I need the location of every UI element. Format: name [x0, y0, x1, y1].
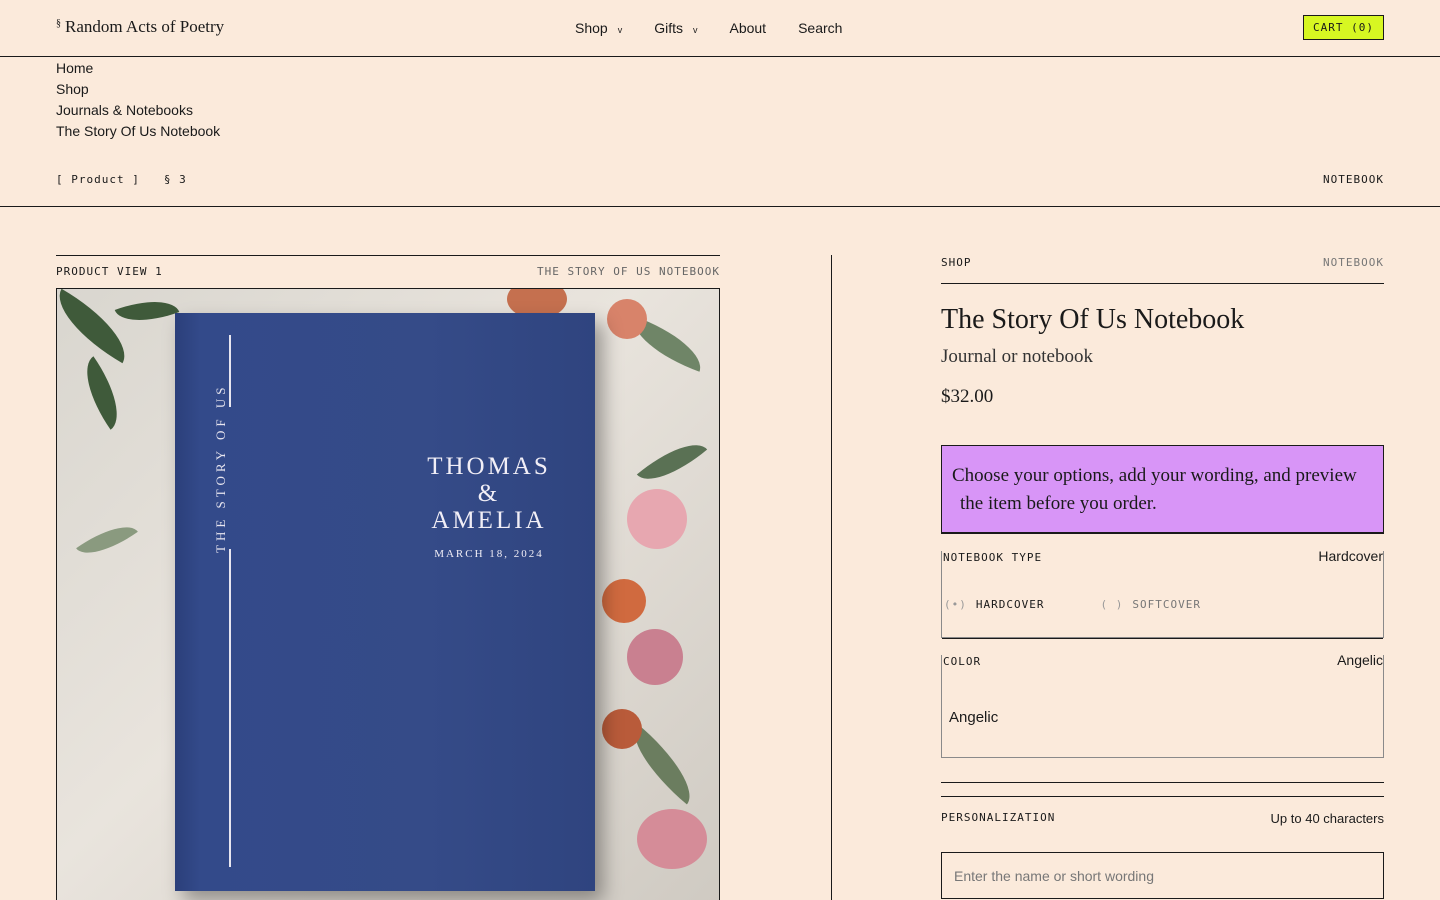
radio-hardcover[interactable]: (•) HARDCOVER [944, 598, 1044, 611]
flower-decoration [602, 709, 642, 749]
cover-ampersand: & [477, 480, 501, 507]
breadcrumb-home[interactable]: Home [56, 58, 220, 79]
cover-personalization: THOMAS & AMELIA MARCH 18, 2024 [399, 453, 579, 560]
flower-decoration [627, 629, 683, 685]
personalization-header: PERSONALIZATION Up to 40 characters [941, 811, 1384, 826]
breadcrumb-journals[interactable]: Journals & Notebooks [56, 100, 220, 121]
logo-section-mark: § [56, 18, 61, 29]
product-subtitle: Journal or notebook [941, 346, 1093, 367]
notebook-cover: THE STORY OF US THOMAS & AMELIA MARCH 18… [175, 313, 595, 891]
panel-meta: SHOP NOTEBOOK [941, 256, 1384, 284]
breadcrumb-shop[interactable]: Shop [56, 79, 220, 100]
breadcrumb-current: The Story Of Us Notebook [56, 123, 221, 139]
radio-softcover[interactable]: ( ) SOFTCOVER [1100, 598, 1200, 611]
product-view-meta: PRODUCT VIEW 1 THE STORY OF US NOTEBOOK [56, 265, 720, 278]
nav-gifts[interactable]: Gifts v [654, 20, 697, 36]
shop-category: NOTEBOOK [1323, 256, 1384, 269]
radio-selected-icon: (•) [944, 598, 967, 611]
spine-line-top [229, 335, 231, 407]
flower-decoration [607, 299, 647, 339]
product-view-caption: THE STORY OF US NOTEBOOK [537, 265, 720, 278]
notebook-type-options: (•) HARDCOVER ( ) SOFTCOVER [944, 598, 1257, 611]
cover-date: MARCH 18, 2024 [434, 548, 544, 560]
options-callout: Choose your options, add your wording, a… [941, 445, 1384, 534]
section-number: § 3 [163, 173, 187, 186]
nav-search[interactable]: Search [798, 20, 842, 36]
product-price: $32.00 [941, 386, 994, 407]
divider [942, 638, 1383, 639]
section-category: NOTEBOOK [1323, 173, 1384, 186]
cover-name-1: THOMAS [427, 453, 551, 480]
column-divider [831, 255, 832, 900]
divider [56, 255, 720, 256]
nav-about[interactable]: About [729, 20, 766, 36]
flower-decoration [627, 489, 687, 549]
notebook-type-label: NOTEBOOK TYPE [943, 551, 1043, 564]
nav-about-label: About [729, 20, 767, 36]
notebook-type-value: Hardcover [1318, 548, 1383, 564]
divider [941, 796, 1384, 797]
product-title: The Story Of Us Notebook [941, 304, 1245, 335]
cart-button[interactable]: CART (0) [1303, 15, 1384, 40]
personalization-label: PERSONALIZATION [941, 811, 1056, 824]
section-meta: [ Product ] § 3 NOTEBOOK [56, 173, 1384, 186]
color-header: COLOR Angelic [942, 652, 1383, 668]
chevron-down-icon: v [617, 25, 623, 35]
product-image[interactable]: THE STORY OF US THOMAS & AMELIA MARCH 18… [56, 288, 720, 900]
main-nav: Shop v Gifts v About Search [575, 20, 874, 36]
callout-line-2: the item before you order. [960, 493, 1157, 514]
leaf-decoration [70, 356, 134, 430]
product-view-label: PRODUCT VIEW 1 [56, 265, 163, 278]
notebook-type-group: NOTEBOOK TYPE Hardcover (•) HARDCOVER ( … [941, 548, 1384, 639]
leaf-decoration [114, 289, 180, 333]
personalization-input[interactable] [941, 852, 1384, 899]
personalization-hint: Up to 40 characters [1270, 811, 1384, 826]
nav-gifts-label: Gifts [654, 20, 683, 36]
flower-decoration [637, 809, 707, 869]
radio-softcover-label: SOFTCOVER [1132, 598, 1201, 611]
spine-line-bottom [229, 549, 231, 867]
leaf-decoration [57, 289, 140, 364]
chevron-down-icon: v [692, 25, 698, 35]
leaf-decoration [76, 513, 138, 567]
radio-hardcover-label: HARDCOVER [975, 598, 1045, 611]
flower-decoration [602, 579, 646, 623]
breadcrumb: Home Shop Journals & Notebooks The Story… [56, 58, 220, 142]
color-option-angelic[interactable]: Angelic [949, 709, 998, 726]
section-tag: [ Product ] [56, 173, 140, 186]
cover-name-2: AMELIA [431, 507, 547, 534]
divider [0, 206, 1440, 207]
nav-shop[interactable]: Shop v [575, 20, 622, 36]
site-logo[interactable]: § Random Acts of Poetry [56, 17, 224, 37]
nav-shop-label: Shop [575, 20, 608, 36]
color-group[interactable]: COLOR Angelic Angelic [941, 652, 1384, 758]
leaf-decoration [636, 429, 708, 495]
color-label: COLOR [943, 655, 982, 668]
callout-line-1: Choose your options, add your wording, a… [952, 465, 1357, 486]
notebook-type-header: NOTEBOOK TYPE Hardcover [942, 548, 1383, 564]
radio-unselected-icon: ( ) [1100, 598, 1124, 611]
site-header: § Random Acts of Poetry Shop v Gifts v A… [0, 0, 1440, 57]
color-selected-value: Angelic [1337, 652, 1383, 668]
shop-label[interactable]: SHOP [941, 256, 972, 271]
divider [941, 782, 1384, 783]
spine-title: THE STORY OF US [213, 383, 228, 553]
logo-text: Random Acts of Poetry [65, 17, 225, 36]
nav-search-label: Search [798, 20, 843, 36]
